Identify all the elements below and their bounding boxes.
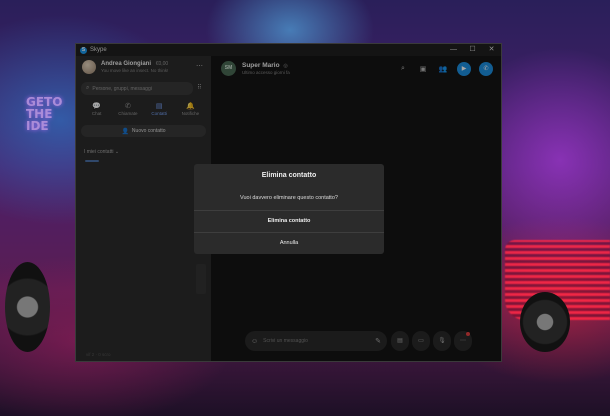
dialog-question: Vuoi davvero eliminare questo contatto? [240, 195, 338, 201]
confirm-delete-button[interactable]: Elimina contatto [194, 211, 384, 232]
wallpaper-wheel-right [520, 292, 570, 352]
dialog-title: Elimina contatto [261, 172, 317, 179]
wallpaper-neon-text: GETO THE IDE [26, 95, 63, 133]
delete-contact-dialog: Elimina contatto Vuoi davvero eliminare … [194, 164, 384, 254]
cancel-button[interactable]: Annulla [194, 233, 384, 254]
wallpaper-wheel-left [5, 262, 50, 352]
